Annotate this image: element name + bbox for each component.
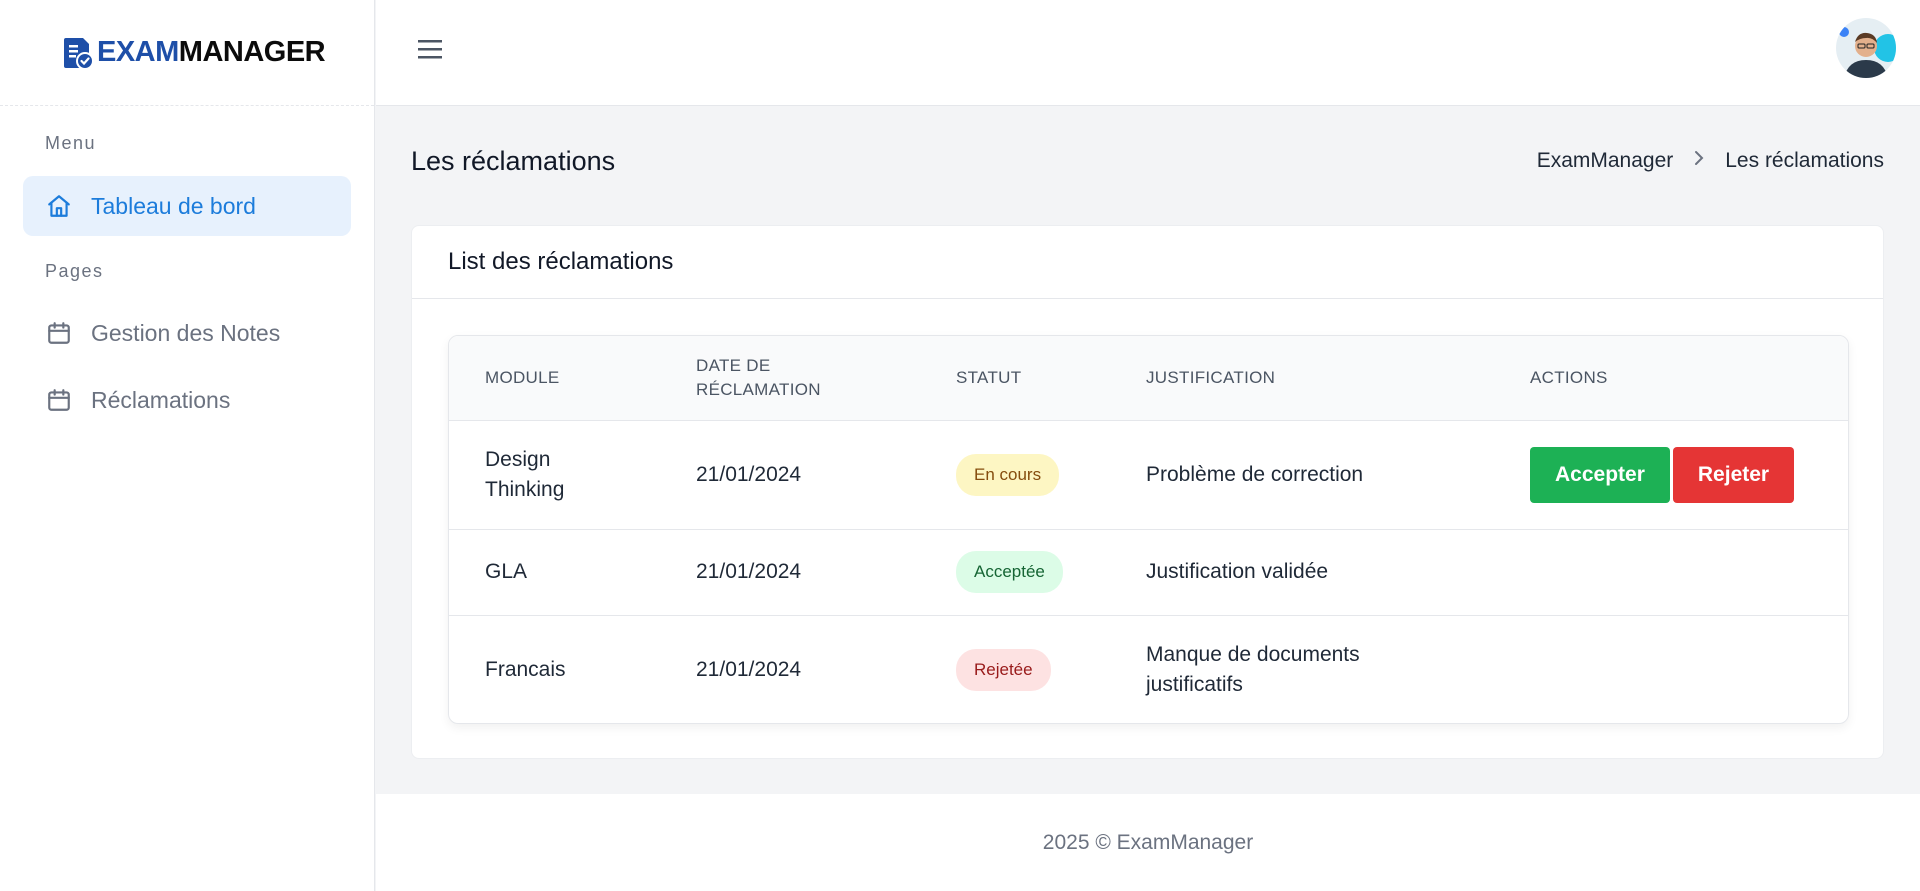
cell-module: Design Thinking [449, 420, 660, 529]
column-header-status: Statut [956, 367, 1022, 387]
accept-button[interactable]: Accepter [1530, 446, 1670, 503]
logo-text-manager: MANAGER [178, 36, 326, 68]
table-row: GLA 21/01/2024 Acceptée Justification va… [449, 529, 1848, 615]
sidebar: EXAMMANAGER Menu Tableau de bord Pages G… [0, 0, 375, 891]
page-title: Les réclamations [411, 146, 616, 176]
user-avatar[interactable] [1836, 18, 1896, 78]
hamburger-icon[interactable] [416, 34, 446, 72]
table-header-row: Module Date de réclamation Statut Justif… [449, 336, 1848, 420]
nav-heading-pages: Pages [45, 261, 104, 281]
top-header [376, 0, 1920, 106]
status-badge: En cours [956, 453, 1060, 496]
cell-justification: Manque de documents justificatifs [1110, 615, 1494, 723]
breadcrumb: ExamManager Les réclamations [1537, 149, 1884, 173]
status-badge: Acceptée [956, 551, 1063, 593]
table-row: Design Thinking 21/01/2024 En cours Prob… [449, 420, 1848, 529]
chevron-right-icon [1693, 149, 1705, 173]
column-header-justification: Justification [1146, 367, 1276, 387]
sidebar-item-label: Gestion des Notes [91, 319, 281, 346]
calendar-icon [45, 386, 73, 414]
status-badge: Rejetée [956, 648, 1051, 691]
column-header-date-label: Date de réclamation [696, 355, 821, 399]
justification-text: Manque de documents justificatifs [1146, 642, 1360, 696]
nav-heading-menu: Menu [45, 133, 97, 153]
home-icon [45, 192, 73, 220]
sidebar-item-label: Réclamations [91, 386, 231, 413]
cell-date: 21/01/2024 [696, 462, 802, 486]
cell-module: Francais [485, 657, 566, 681]
cell-status: En cours [920, 420, 1110, 529]
cell-status: Rejetée [920, 615, 1110, 723]
sidebar-item-notes[interactable]: Gestion des Notes [23, 303, 351, 363]
reclamations-table: Module Date de réclamation Statut Justif… [448, 335, 1849, 724]
cell-justification: Justification validée [1146, 560, 1329, 583]
exam-document-icon [63, 36, 95, 70]
cell-actions: Accepter Rejeter [1494, 420, 1848, 529]
reject-button[interactable]: Rejeter [1672, 446, 1795, 503]
footer: 2025 © ExamManager [376, 794, 1920, 891]
reclamations-card: List des réclamations Module Date de réc… [411, 225, 1884, 759]
cell-justification: Problème de correction [1146, 462, 1364, 486]
table-row: Francais 21/01/2024 Rejetée Manque de do… [449, 615, 1848, 723]
logo-text-exam: EXAM [97, 36, 179, 68]
breadcrumb-home-link[interactable]: ExamManager [1537, 149, 1674, 173]
cell-date: 21/01/2024 [696, 657, 802, 681]
logo[interactable]: EXAMMANAGER [0, 0, 374, 106]
cell-status: Acceptée [920, 529, 1110, 615]
cell-actions [1494, 615, 1848, 723]
cell-date: 21/01/2024 [696, 560, 802, 583]
column-header-actions: Actions [1530, 367, 1608, 387]
column-header-date: Date de réclamation [660, 336, 920, 420]
module-name: Design Thinking [485, 447, 565, 501]
column-header-module: Module [485, 367, 560, 387]
sidebar-item-label: Tableau de bord [91, 192, 256, 219]
cell-actions [1494, 529, 1848, 615]
sidebar-item-reclamations[interactable]: Réclamations [23, 370, 351, 430]
calendar-icon [45, 319, 73, 347]
cell-module: GLA [485, 560, 528, 583]
sidebar-item-dashboard[interactable]: Tableau de bord [23, 176, 351, 236]
card-title: List des réclamations [412, 226, 1883, 299]
breadcrumb-current: Les réclamations [1725, 149, 1884, 172]
